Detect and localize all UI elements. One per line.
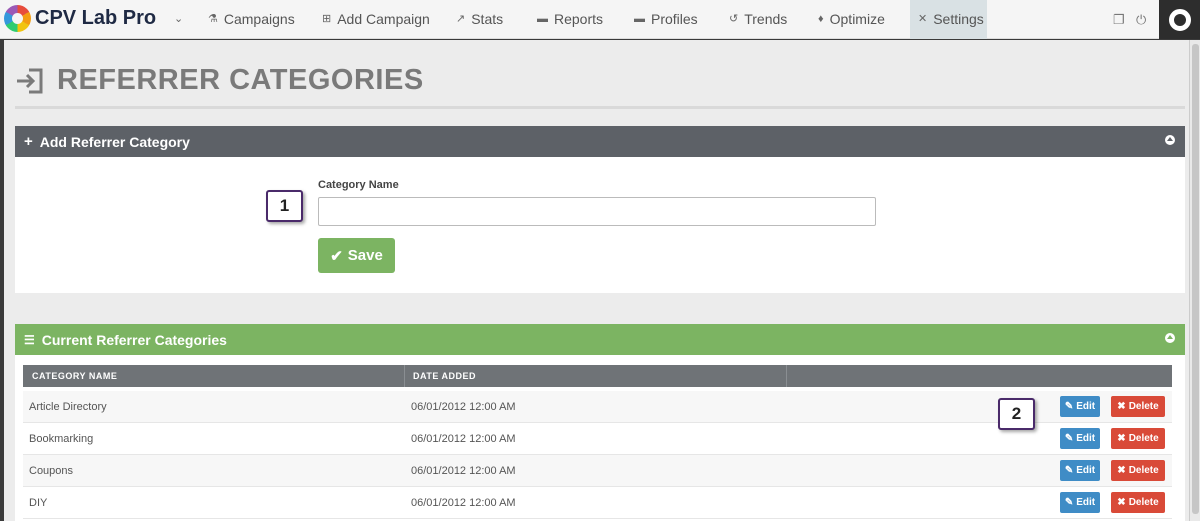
delete-label: Delete (1128, 401, 1159, 412)
add-category-panel-header[interactable]: + Add Referrer Category (15, 126, 1185, 157)
top-navbar: CPV Lab Pro ⌄ ⚗ Campaigns ⊞ Add Campaign… (0, 0, 1200, 39)
help-button[interactable] (1159, 0, 1200, 39)
category-name-cell: Bookmarking (29, 433, 94, 445)
nav-trends-label: Trends (744, 11, 788, 27)
delete-button[interactable]: ✖ Delete (1111, 396, 1165, 417)
briefcase-icon: ▬ (537, 13, 548, 25)
line-chart-icon: ↗ (456, 13, 466, 25)
nav-optimize-label: Optimize (829, 11, 885, 27)
tools-icon: ✕ (918, 13, 928, 25)
collapse-icon[interactable] (1165, 135, 1175, 145)
life-ring-icon (1168, 8, 1191, 31)
table-header: CATEGORY NAME DATE ADDED (23, 365, 1172, 387)
list-panel-header[interactable]: ☰ Current Referrer Categories (15, 324, 1185, 355)
column-divider (404, 365, 405, 387)
check-icon: ✔ (330, 247, 343, 265)
edit-button[interactable]: ✎ Edit (1060, 396, 1100, 417)
delete-label: Delete (1128, 433, 1159, 444)
date-added-cell: 06/01/2012 12:00 AM (411, 433, 516, 445)
scrollbar-thumb[interactable] (1192, 44, 1199, 514)
edit-icon: ✎ (1064, 401, 1074, 412)
app-logo[interactable]: CPV Lab Pro (4, 5, 156, 32)
category-name-input[interactable] (318, 197, 876, 226)
delete-button[interactable]: ✖ Delete (1111, 460, 1165, 481)
add-panel-title: Add Referrer Category (39, 133, 190, 150)
list-panel-title: Current Referrer Categories (41, 331, 227, 348)
edit-label: Edit (1076, 433, 1096, 444)
main-content: REFERRER CATEGORIES + Add Referrer Categ… (4, 40, 1189, 521)
power-icon[interactable]: ⏻ (1136, 12, 1146, 28)
nav-profiles-label: Profiles (651, 11, 698, 27)
edit-button[interactable]: ✎ Edit (1060, 460, 1100, 481)
edit-icon: ✎ (1064, 465, 1074, 476)
column-divider (786, 365, 787, 387)
nav-campaigns[interactable]: ⚗ Campaigns (208, 0, 295, 39)
delete-button[interactable]: ✖ Delete (1111, 492, 1165, 513)
chevron-down-icon[interactable]: ⌄ (174, 12, 183, 25)
page-title: REFERRER CATEGORIES (15, 64, 424, 97)
app-name: CPV Lab Pro (35, 7, 157, 29)
logo-icon (4, 5, 31, 32)
close-icon: ✖ (1117, 433, 1126, 444)
plus-square-icon: ⊞ (322, 13, 332, 25)
delete-label: Delete (1128, 497, 1159, 508)
nav-settings-label: Settings (933, 11, 984, 27)
nav-settings[interactable]: ✕ Settings (910, 0, 987, 39)
list-icon: ☰ (24, 332, 35, 347)
close-icon: ✖ (1117, 497, 1126, 508)
callout-badge: 1 (266, 190, 303, 222)
plus-icon: + (24, 133, 33, 150)
history-icon: ↺ (729, 13, 739, 25)
collapse-icon[interactable] (1165, 333, 1175, 343)
window-restore-icon[interactable]: ❐ (1113, 12, 1125, 28)
nav-stats-label: Stats (471, 11, 504, 27)
vertical-scrollbar[interactable] (1189, 40, 1200, 521)
close-icon: ✖ (1117, 401, 1126, 412)
category-name-cell: Article Directory (29, 401, 107, 413)
sign-in-icon (17, 68, 43, 93)
date-added-cell: 06/01/2012 12:00 AM (411, 465, 516, 477)
edit-label: Edit (1076, 465, 1096, 476)
nav-campaigns-label: Campaigns (223, 11, 295, 27)
edit-label: Edit (1076, 497, 1096, 508)
edit-button[interactable]: ✎ Edit (1060, 492, 1100, 513)
archive-icon: ▬ (634, 13, 645, 25)
edit-icon: ✎ (1064, 433, 1074, 444)
list-panel-body: CATEGORY NAME DATE ADDED Article Directo… (15, 355, 1185, 521)
nav-add-campaign[interactable]: ⊞ Add Campaign (322, 0, 430, 39)
delete-button[interactable]: ✖ Delete (1111, 428, 1165, 449)
close-icon: ✖ (1117, 465, 1126, 476)
save-label: Save (347, 247, 383, 264)
date-added-cell: 06/01/2012 12:00 AM (411, 401, 516, 413)
lightbulb-icon: ♦ (818, 13, 824, 25)
column-header[interactable]: DATE ADDED (413, 371, 476, 381)
nav-reports-label: Reports (554, 11, 604, 27)
category-name-label: Category Name (318, 179, 399, 191)
category-name-cell: Coupons (29, 465, 74, 477)
callout-badge: 2 (998, 398, 1035, 430)
nav-reports[interactable]: ▬ Reports (537, 0, 603, 39)
nav-profiles[interactable]: ▬ Profiles (634, 0, 698, 39)
edit-button[interactable]: ✎ Edit (1060, 428, 1100, 449)
delete-label: Delete (1128, 465, 1159, 476)
nav-add-campaign-label: Add Campaign (337, 11, 430, 27)
table-row: DIY 06/01/2012 12:00 AM ✎ Edit ✖ Delete (23, 487, 1172, 519)
add-category-panel-body: Category Name ✔ Save 1 (15, 157, 1185, 293)
page-title-text: REFERRER CATEGORIES (57, 64, 424, 96)
flask-icon: ⚗ (208, 13, 218, 25)
date-added-cell: 06/01/2012 12:00 AM (411, 497, 516, 509)
title-divider (15, 106, 1185, 109)
column-header[interactable]: CATEGORY NAME (32, 371, 117, 381)
edit-icon: ✎ (1064, 497, 1074, 508)
save-button[interactable]: ✔ Save (318, 238, 395, 273)
category-name-cell: DIY (29, 497, 48, 509)
nav-stats[interactable]: ↗ Stats (456, 0, 503, 39)
nav-optimize[interactable]: ♦ Optimize (818, 0, 885, 39)
table-row: Coupons 06/01/2012 12:00 AM ✎ Edit ✖ Delet… (23, 455, 1172, 487)
edit-label: Edit (1076, 401, 1096, 412)
nav-trends[interactable]: ↺ Trends (729, 0, 787, 39)
